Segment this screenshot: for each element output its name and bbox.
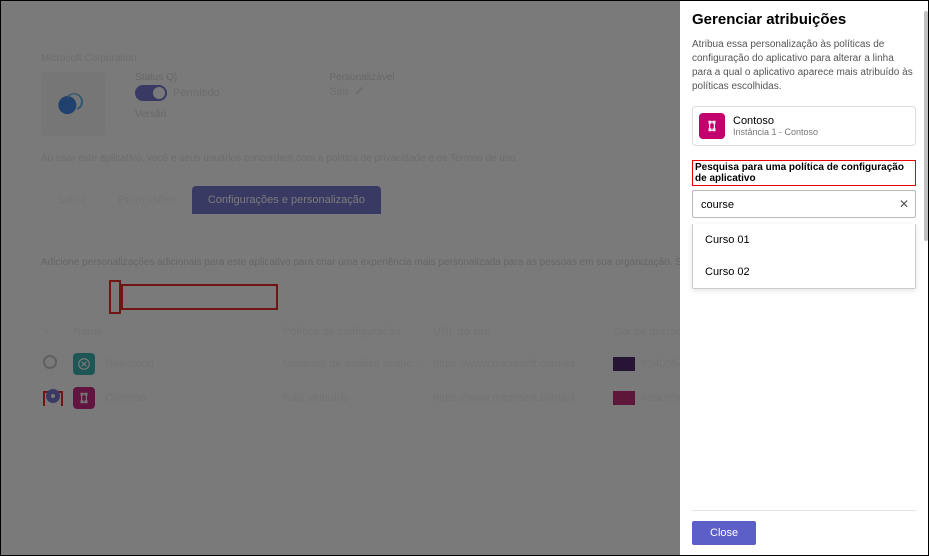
edit-customizable-icon[interactable] xyxy=(355,85,365,98)
policy-search-box[interactable]: ✕ xyxy=(692,190,916,218)
app-icon xyxy=(699,113,725,139)
customizable-label: Personalizável xyxy=(329,72,394,83)
chevron-down-icon[interactable]: ˅ xyxy=(43,326,49,338)
panel-title: Gerenciar atribuições xyxy=(692,11,916,28)
row-checkbox[interactable] xyxy=(43,355,57,369)
search-label: Pesquisa para uma política de configuraç… xyxy=(692,160,916,186)
breadcrumb-root[interactable]: Gerenciar aplicativos xyxy=(13,5,97,15)
page-title: Viva Connections personalizado xyxy=(41,23,355,49)
selected-app-chip: Contoso Instância 1 - Contoso xyxy=(692,106,916,146)
row-name: Contoso xyxy=(105,392,146,404)
app-logo xyxy=(41,72,105,136)
policy-option[interactable]: Curso 02 xyxy=(693,256,915,288)
status-label: Status Q) xyxy=(135,72,219,83)
status-value: Permitido xyxy=(173,87,219,99)
manage-assignments-panel: Gerenciar atribuições Atribua essa perso… xyxy=(680,1,928,555)
highlight-box-2 xyxy=(121,284,278,310)
tab-about[interactable]: Sobre xyxy=(41,186,102,214)
panel-description: Atribua essa personalização às políticas… xyxy=(692,38,916,94)
tab-customization[interactable]: Configurações e personalização xyxy=(192,186,381,214)
app-icon xyxy=(73,353,95,375)
chip-subtitle: Instância 1 - Contoso xyxy=(733,127,818,137)
chip-name: Contoso xyxy=(733,115,818,127)
col-policy[interactable]: Política de configuração xyxy=(281,326,431,338)
row-url: https://www.microsoft.com/ex xyxy=(431,392,611,404)
customizable-value: Sim xyxy=(329,86,348,98)
row-checkbox[interactable] xyxy=(46,389,60,403)
col-name[interactable]: Name xyxy=(71,326,281,338)
breadcrumb-current: Verve Connections personalizado xyxy=(113,5,247,15)
col-url[interactable]: URL do site xyxy=(431,326,611,338)
row-url: https://www.microsoft.com/ex xyxy=(431,358,611,370)
version-label: Versão xyxy=(135,109,219,120)
policy-option[interactable]: Curso 01 xyxy=(693,224,915,256)
highlight-box-1 xyxy=(109,280,121,314)
row-policy: Não atribuído xyxy=(281,392,431,404)
add-button[interactable]: + Adicionar xyxy=(41,291,97,303)
tab-permissions[interactable]: Permissões xyxy=(102,186,191,214)
color-swatch xyxy=(613,357,635,371)
plus-icon: + xyxy=(41,291,47,303)
row-policy: Usuários de análise avançada xyxy=(281,358,431,370)
title-cursor xyxy=(367,25,368,47)
color-swatch xyxy=(613,391,635,405)
version-value: 1.0.23 xyxy=(135,122,219,137)
close-button[interactable]: Close xyxy=(692,521,756,545)
app-icon xyxy=(73,387,95,409)
status-toggle[interactable] xyxy=(135,85,167,101)
policy-search-input[interactable] xyxy=(701,199,889,211)
scrollbar[interactable] xyxy=(924,11,928,495)
clear-search-icon[interactable]: ✕ xyxy=(899,197,909,211)
row-name: Relecloud xyxy=(105,358,154,370)
policy-dropdown: Curso 01 Curso 02 xyxy=(692,224,916,289)
